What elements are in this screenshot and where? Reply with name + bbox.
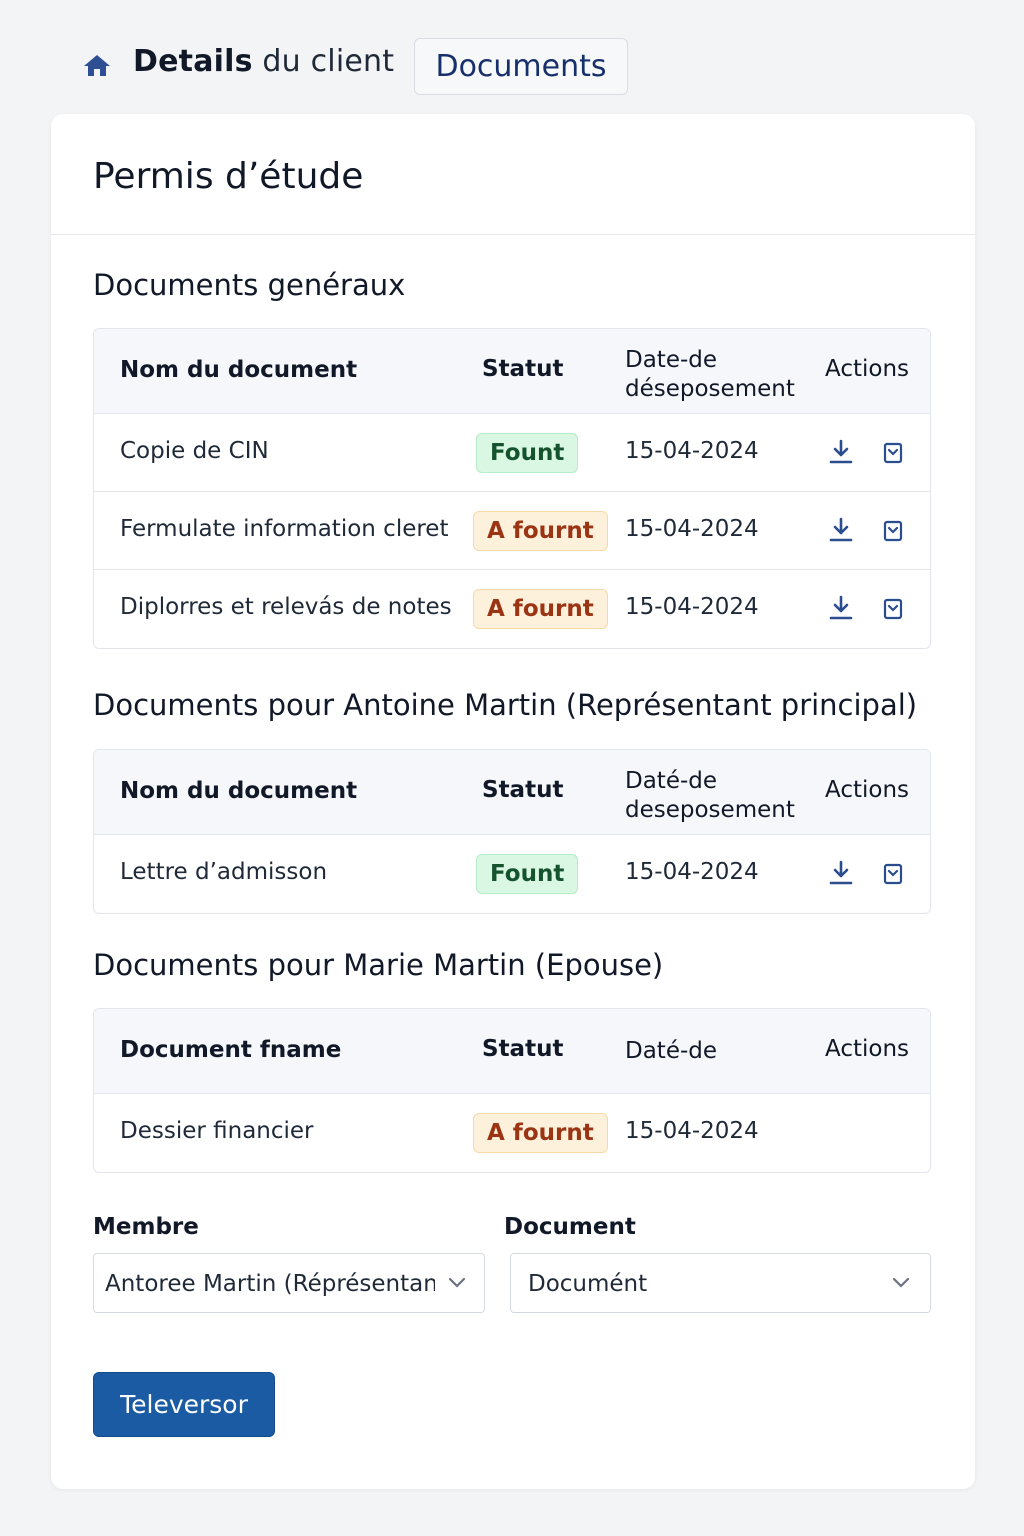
status-badge: A fournt (473, 511, 608, 551)
chevron-down-icon (892, 1277, 910, 1288)
document-select-value: Documént (528, 1271, 648, 1297)
download-icon[interactable] (828, 859, 854, 887)
file-icon[interactable] (882, 519, 904, 543)
status-badge: A fournt (473, 589, 608, 629)
column-header-name: Nom du document (120, 778, 358, 804)
table-row: Fermulate information cleret A fournt 15… (94, 492, 930, 570)
table-row: Copie de CIN Fount 15-04-2024 (94, 414, 930, 492)
column-header-date: Date-de déseposement (625, 347, 795, 402)
deposit-date: 15-04-2024 (625, 516, 759, 542)
column-header-actions: Actions (825, 1036, 910, 1062)
chevron-down-icon (448, 1277, 466, 1288)
table-row: Lettre d’admisson Fount 15-04-2024 (94, 835, 930, 913)
file-icon[interactable] (882, 597, 904, 621)
document-select[interactable]: Documént (510, 1253, 931, 1313)
page-title-rest: du client (252, 44, 395, 79)
column-header-actions: Actions (825, 356, 910, 382)
column-header-status: Statut (482, 356, 564, 382)
section-title-marie: Documents pour Marie Martin (Epouse) (93, 948, 664, 982)
top-bar: Details du client Documents (0, 0, 1024, 110)
table-header: Nom du document Statut Daté-de deseposem… (94, 750, 930, 835)
page-title-bold: Details (133, 44, 253, 79)
table-antoine-documents: Nom du document Statut Daté-de deseposem… (93, 749, 931, 914)
member-select-value: Antoree Martin (Réprésentant (105, 1271, 435, 1297)
section-title-antoine: Documents pour Antoine Martin (Représent… (93, 688, 918, 722)
column-header-name: Document fname (120, 1037, 342, 1063)
column-header-date: Daté-de (625, 1038, 718, 1064)
status-badge: A fournt (473, 1113, 608, 1153)
page-title: Details du client (133, 44, 394, 79)
column-header-actions: Actions (825, 777, 910, 803)
table-header: Nom du document Statut Date-de déseposem… (94, 329, 930, 414)
home-icon[interactable] (80, 50, 114, 82)
status-badge: Fount (476, 433, 579, 473)
deposit-date: 15-04-2024 (625, 859, 759, 885)
table-general-documents: Nom du document Statut Date-de déseposem… (93, 328, 931, 649)
column-header-date: Daté-de deseposement (625, 768, 795, 823)
file-icon[interactable] (882, 441, 904, 465)
column-header-name: Nom du document (120, 357, 358, 383)
card-divider (51, 234, 975, 235)
document-name: Diplorres et relevás de notes (120, 594, 452, 620)
member-label: Membre (93, 1214, 199, 1240)
document-name: Dessier financier (120, 1118, 314, 1144)
main-card: Permis d’étude Documents genéraux Nom du… (51, 114, 975, 1489)
download-icon[interactable] (828, 594, 854, 622)
document-name: Lettre d’admisson (120, 859, 328, 885)
document-name: Fermulate information cleret (120, 516, 449, 542)
deposit-date: 15-04-2024 (625, 1118, 759, 1144)
document-name: Copie de CIN (120, 438, 269, 464)
download-icon[interactable] (828, 516, 854, 544)
column-header-status: Statut (482, 777, 564, 803)
upload-button[interactable]: Televersor (93, 1372, 275, 1437)
deposit-date: 15-04-2024 (625, 594, 759, 620)
member-select[interactable]: Antoree Martin (Réprésentant (93, 1253, 485, 1313)
table-row: Diplorres et relevás de notes A fournt 1… (94, 570, 930, 648)
file-icon[interactable] (882, 862, 904, 886)
document-label: Document (504, 1214, 636, 1240)
tab-documents[interactable]: Documents (414, 38, 628, 95)
download-icon[interactable] (828, 438, 854, 466)
table-row: Dessier financier A fournt 15-04-2024 (94, 1094, 930, 1172)
table-marie-documents: Document fname Statut Daté-de Actions De… (93, 1008, 931, 1173)
status-badge: Fount (476, 854, 579, 894)
section-title-general: Documents genéraux (93, 268, 406, 302)
column-header-status: Statut (482, 1036, 564, 1062)
deposit-date: 15-04-2024 (625, 438, 759, 464)
table-header: Document fname Statut Daté-de Actions (94, 1009, 930, 1094)
card-title: Permis d’étude (93, 156, 364, 197)
